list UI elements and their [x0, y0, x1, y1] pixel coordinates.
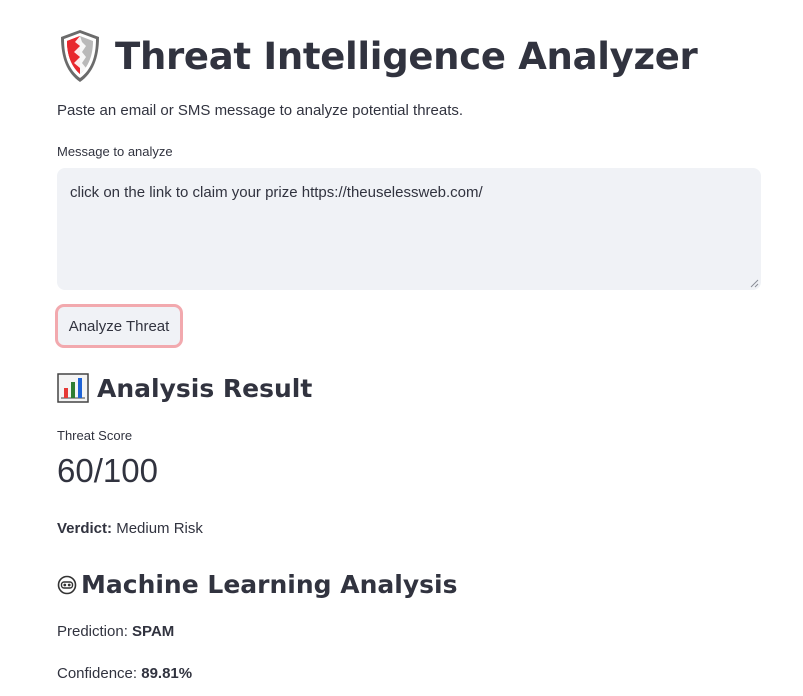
analysis-result-heading: Analysis Result: [57, 373, 312, 403]
title-row: Threat Intelligence Analyzer: [57, 28, 698, 84]
verdict-line: Verdict: Medium Risk: [57, 520, 203, 537]
verdict-value: Medium Risk: [116, 520, 203, 537]
message-textarea[interactable]: click on the link to claim your prize ht…: [57, 168, 761, 290]
message-textarea-value: click on the link to claim your prize ht…: [70, 184, 483, 201]
intro-text: Paste an email or SMS message to analyze…: [57, 102, 464, 119]
resize-grip-icon[interactable]: [749, 278, 759, 288]
robot-icon: [57, 575, 77, 594]
message-field-label: Message to analyze: [57, 144, 173, 159]
threat-score-value: 60/100: [57, 452, 158, 489]
page-title: Threat Intelligence Analyzer: [115, 34, 698, 78]
shield-icon: [61, 30, 99, 82]
prediction-label: Prediction:: [57, 623, 128, 640]
ml-analysis-heading: Machine Learning Analysis: [57, 570, 457, 599]
confidence-line: Confidence: 89.81%: [57, 665, 192, 682]
page: Threat Intelligence Analyzer Paste an em…: [0, 0, 803, 696]
analysis-result-title: Analysis Result: [97, 373, 313, 403]
confidence-label: Confidence:: [57, 665, 138, 682]
threat-score-label: Threat Score: [57, 428, 133, 443]
verdict-label: Verdict:: [57, 520, 113, 537]
analyze-threat-button[interactable]: Analyze Threat: [55, 304, 183, 348]
prediction-line: Prediction: SPAM: [57, 623, 174, 640]
bar-chart-icon: [57, 373, 89, 403]
ml-analysis-title: Machine Learning Analysis: [81, 570, 458, 599]
confidence-value: 89.81%: [141, 665, 193, 682]
prediction-value: SPAM: [132, 623, 175, 640]
